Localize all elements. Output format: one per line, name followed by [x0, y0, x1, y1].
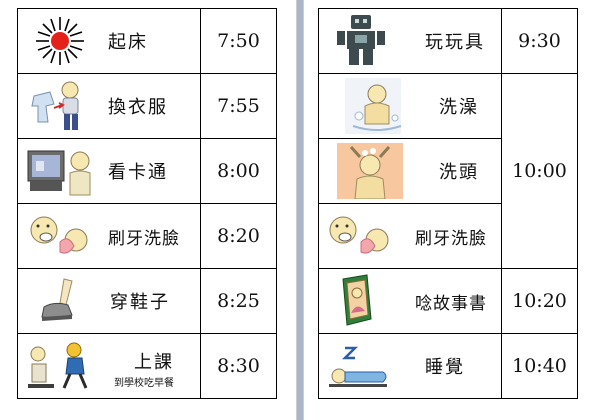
- activity-label: 洗頭: [439, 162, 479, 183]
- bath-icon: [337, 78, 409, 134]
- dressing-child-icon: [24, 78, 96, 134]
- shoe-icon: [24, 273, 96, 329]
- table-row: 玩玩具 9:30: [318, 8, 578, 74]
- left-page: 起床 7:50 換衣服 7:55 看卡通 8:00 刷牙洗臉 8:20 穿鞋子 …: [0, 0, 297, 420]
- time-cell: 8:00: [200, 138, 277, 204]
- storybook-icon: [325, 273, 397, 329]
- robot-toy-icon: [325, 13, 397, 69]
- time-cell: 7:55: [200, 73, 277, 139]
- time-cell: 10:20: [501, 268, 578, 334]
- tv-watching-icon: [24, 143, 96, 199]
- activity-label: 看卡通: [108, 162, 168, 183]
- table-row: 刷牙洗臉 8:20: [17, 203, 277, 269]
- time-cell: 10:40: [501, 333, 578, 399]
- time-cell: 8:30: [200, 333, 277, 399]
- brushing-teeth-icon: [325, 208, 397, 264]
- table-row: 唸故事書 10:20: [318, 268, 578, 334]
- time-cell: 7:50: [200, 8, 277, 74]
- activity-label: 換衣服: [108, 97, 168, 118]
- table-row: 看卡通 8:00: [17, 138, 277, 204]
- activity-label: 玩玩具: [425, 32, 485, 53]
- morning-schedule-table: 起床 7:50 換衣服 7:55 看卡通 8:00 刷牙洗臉 8:20 穿鞋子 …: [17, 8, 277, 399]
- time-cell-merged: 10:00: [501, 73, 578, 269]
- evening-schedule-table: 玩玩具 9:30 洗澡 10:00 洗頭 刷牙洗臉 唸故事書 10:20 睡覺 …: [318, 8, 578, 399]
- activity-label: 睡覺: [425, 357, 465, 378]
- sleeping-icon: [325, 338, 397, 394]
- table-row: 起床 7:50: [17, 8, 277, 74]
- table-row: 穿鞋子 8:25: [17, 268, 277, 334]
- walk-to-school-icon: [24, 338, 96, 394]
- activity-label: 洗澡: [439, 97, 479, 118]
- table-row: 睡覺 10:40: [318, 333, 578, 399]
- table-row: 洗澡 10:00: [318, 73, 578, 269]
- wash-hair-icon: [335, 143, 407, 199]
- sun-icon: [24, 13, 96, 69]
- time-cell: 8:25: [200, 268, 277, 334]
- table-row: 換衣服 7:55: [17, 73, 277, 139]
- activity-subtext: 到學校吃早餐: [114, 378, 174, 389]
- brushing-teeth-icon: [24, 208, 96, 264]
- right-page: 玩玩具 9:30 洗澡 10:00 洗頭 刷牙洗臉 唸故事書 10:20 睡覺 …: [303, 0, 600, 420]
- activity-label: 起床: [108, 32, 148, 53]
- time-cell: 8:20: [200, 203, 277, 269]
- activity-label: 刷牙洗臉: [415, 228, 487, 249]
- activity-label: 唸故事書: [415, 293, 487, 314]
- activity-label: 刷牙洗臉: [108, 228, 180, 249]
- time-cell: 9:30: [501, 8, 578, 74]
- table-row: 上課 到學校吃早餐 8:30: [17, 333, 277, 399]
- activity-label: 穿鞋子: [110, 292, 170, 313]
